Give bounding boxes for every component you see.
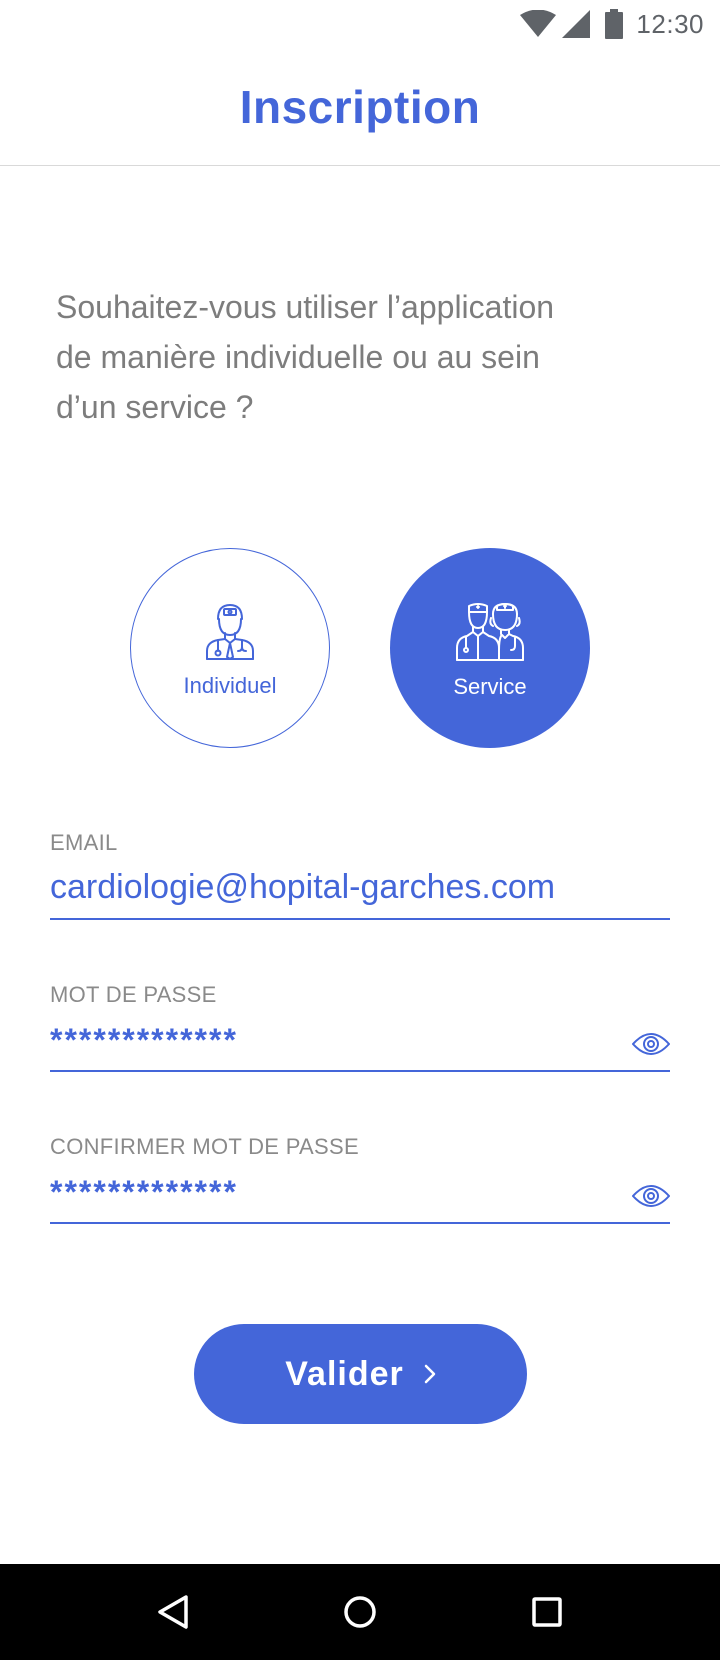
- option-individuel-label: Individuel: [183, 673, 277, 698]
- doctor-icon: [206, 604, 254, 660]
- wifi-icon: [520, 10, 557, 37]
- option-service-label: Service: [453, 674, 527, 699]
- password-confirm-label: CONFIRMER MOT DE PASSE: [50, 1134, 359, 1159]
- nav-bar: [0, 1564, 720, 1660]
- nav-recents-button[interactable]: [517, 1582, 577, 1642]
- back-icon: [158, 1595, 189, 1629]
- recents-icon: [531, 1597, 562, 1627]
- password-confirm-field-group: CONFIRMER MOT DE PASSE: [50, 1134, 670, 1224]
- battery-icon: [605, 9, 624, 39]
- nav-back-button[interactable]: [143, 1582, 203, 1642]
- app-header: Inscription: [0, 48, 720, 166]
- signal-icon: [562, 10, 591, 38]
- status-icons: 12:30: [520, 8, 704, 40]
- option-service[interactable]: Service: [390, 548, 590, 748]
- status-time: 12:30: [636, 8, 704, 39]
- nav-home-button[interactable]: [330, 1582, 390, 1642]
- submit-button[interactable]: Valider: [194, 1324, 527, 1424]
- home-icon: [344, 1596, 376, 1628]
- option-individuel[interactable]: Individuel: [130, 548, 330, 748]
- eye-icon[interactable]: [632, 1184, 670, 1208]
- usage-question: Souhaitez-vous utiliser l’application de…: [56, 289, 555, 425]
- page-title: Inscription: [239, 80, 481, 133]
- signup-screen: 12:30 Inscription Souhaitez-vous utilise…: [0, 0, 720, 1660]
- password-field-group: MOT DE PASSE: [50, 982, 670, 1072]
- password-label: MOT DE PASSE: [50, 982, 217, 1007]
- email-field-group: EMAIL: [50, 830, 670, 920]
- chevron-right-icon: [424, 1364, 435, 1384]
- password-confirm-input[interactable]: [50, 1174, 610, 1211]
- email-label: EMAIL: [50, 830, 118, 855]
- status-bar: 12:30: [0, 0, 720, 48]
- password-input[interactable]: [50, 1022, 610, 1059]
- medical-team-icon: [456, 603, 524, 661]
- email-input[interactable]: [50, 868, 670, 907]
- eye-icon[interactable]: [632, 1032, 670, 1056]
- submit-label: Valider: [285, 1354, 404, 1393]
